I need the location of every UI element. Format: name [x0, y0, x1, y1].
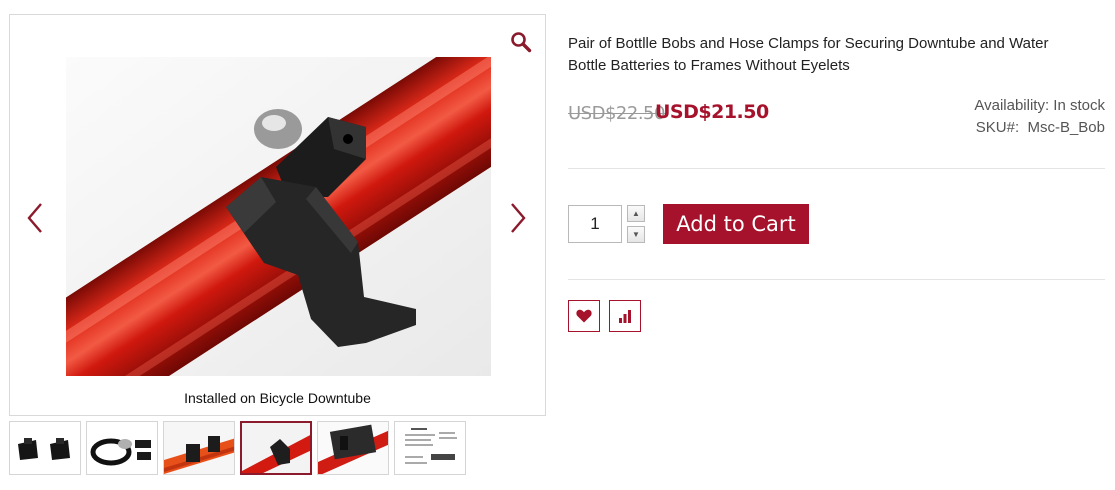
quantity-increase-button[interactable]: ▲	[627, 205, 645, 222]
thumbnail-1[interactable]	[9, 421, 81, 475]
product-gallery: Installed on Bicycle Downtube	[9, 14, 546, 416]
availability-status: Availability: In stock	[974, 97, 1105, 114]
quantity-decrease-button[interactable]: ▼	[627, 226, 645, 243]
quantity-input[interactable]	[568, 205, 622, 243]
heart-icon	[576, 309, 592, 323]
product-title: Pair of Bottlle Bobs and Hose Clamps for…	[568, 35, 1049, 74]
stock-info: Availability: In stock SKU#: Msc-B_Bob	[974, 95, 1105, 139]
chevron-left-icon[interactable]	[24, 201, 46, 235]
thumbnail-3[interactable]	[163, 421, 235, 475]
divider	[568, 279, 1105, 280]
thumbnail-2[interactable]	[86, 421, 158, 475]
thumbnail-5[interactable]	[317, 421, 389, 475]
thumbnail-4[interactable]	[240, 421, 312, 475]
zoom-icon[interactable]	[510, 31, 532, 53]
sale-price: USD$21.50	[655, 101, 769, 123]
divider	[568, 168, 1105, 169]
image-caption: Installed on Bicycle Downtube	[184, 390, 371, 406]
product-main-image[interactable]	[66, 57, 491, 376]
original-price: USD$22.50	[568, 103, 665, 124]
bar-chart-icon	[619, 310, 631, 323]
add-to-compare-button[interactable]	[609, 300, 641, 332]
add-to-cart-button[interactable]: Add to Cart	[663, 204, 809, 244]
sku-label: SKU#: Msc-B_Bob	[975, 119, 1105, 136]
add-to-wishlist-button[interactable]	[568, 300, 600, 332]
thumbnail-6[interactable]	[394, 421, 466, 475]
chevron-right-icon[interactable]	[507, 201, 529, 235]
